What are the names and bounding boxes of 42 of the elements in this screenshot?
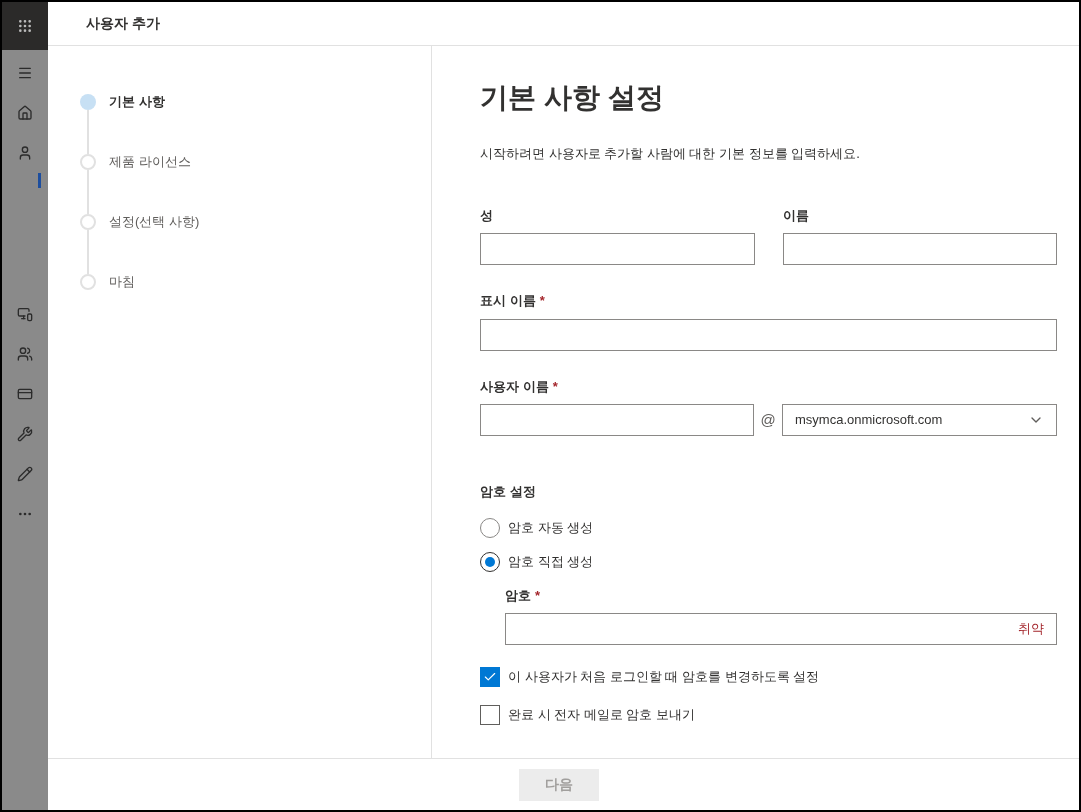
password-field[interactable]: 취약 [505, 613, 1057, 645]
devices-icon[interactable] [17, 306, 33, 322]
home-icon[interactable] [17, 105, 33, 121]
first-name-field[interactable] [782, 233, 1057, 265]
display-name-field[interactable] [480, 318, 1057, 351]
field-label: 암호 [505, 586, 531, 605]
section-title: 암호 설정 [480, 483, 537, 501]
person-icon[interactable] [17, 145, 33, 161]
last-name-field[interactable] [480, 233, 755, 265]
checkbox[interactable] [480, 667, 500, 687]
required-mark: * [539, 292, 545, 310]
username-field[interactable] [480, 404, 754, 436]
menu-icon[interactable] [17, 65, 33, 81]
check-icon [483, 670, 497, 684]
form-heading: 기본 사항 설정 [480, 81, 665, 115]
card-icon[interactable] [17, 386, 33, 402]
password-strength: 취약 [1018, 620, 1044, 639]
wrench-icon[interactable] [17, 426, 33, 442]
step-label[interactable]: 설정(선택 사항) [109, 214, 200, 274]
domain-dropdown[interactable]: msymca.onmicrosoft.com [782, 404, 1057, 436]
required-mark: * [552, 377, 558, 396]
selection-indicator [37, 173, 41, 188]
field-label: 성 [480, 206, 494, 225]
field-label: 표시 이름 [480, 292, 536, 310]
step-label[interactable]: 마침 [109, 274, 135, 290]
required-mark: * [535, 586, 541, 605]
pencil-icon[interactable] [17, 466, 33, 482]
checkbox-label: 완료 시 전자 메일로 암호 보내기 [508, 706, 696, 725]
checkbox[interactable] [480, 705, 500, 725]
form-description: 시작하려면 사용자로 추가할 사람에 대한 기본 정보를 입력하세요. [480, 145, 861, 163]
radio-label: 암호 자동 생성 [508, 518, 594, 537]
radio-label: 암호 직접 생성 [508, 552, 594, 571]
app-launcher-icon [17, 18, 33, 34]
step-label[interactable]: 제품 라이선스 [109, 154, 191, 214]
people-icon[interactable] [17, 346, 33, 362]
panel-title: 사용자 추가 [86, 14, 160, 33]
field-label: 사용자 이름 [480, 377, 549, 396]
step-label[interactable]: 기본 사항 [109, 94, 165, 154]
app-launcher-button[interactable] [2, 2, 48, 50]
checkbox-label: 이 사용자가 처음 로그인할 때 암호를 변경하도록 설정 [508, 668, 820, 687]
field-label: 이름 [782, 206, 810, 225]
at-sign: @ [759, 409, 777, 430]
